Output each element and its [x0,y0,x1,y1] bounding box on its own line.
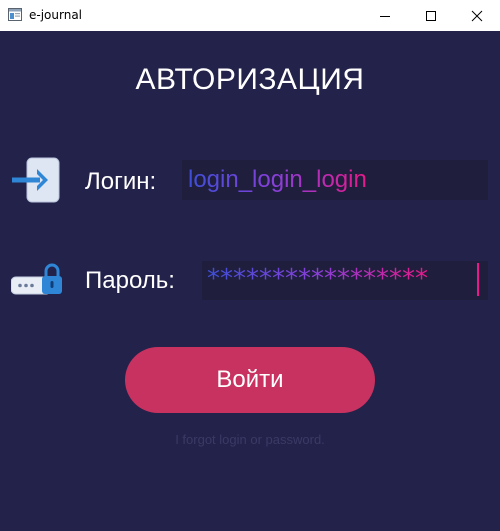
window-title: e-journal [29,8,83,22]
maximize-icon [426,10,436,21]
login-label: Логин: [85,168,157,195]
password-input-value: ***************** [207,264,428,294]
page-title: АВТОРИЗАЦИЯ [135,63,365,96]
close-icon [471,10,483,21]
app-window-icon [8,8,22,21]
minimize-button[interactable] [362,0,408,31]
login-input[interactable]: login_login_login [182,160,488,200]
password-input[interactable]: ***************** [202,261,488,300]
text-caret [477,263,479,296]
login-form: АВТОРИЗАЦИЯ Логин: login_login_login Пар… [0,31,500,531]
maximize-button[interactable] [408,0,454,31]
login-button[interactable]: Войти [125,347,375,413]
forgot-credentials-link[interactable]: I forgot login or password. [0,432,500,447]
login-arrow-icon [12,157,62,203]
close-button[interactable] [454,0,500,31]
password-label: Пароль: [85,267,175,294]
password-lock-icon [10,260,63,298]
window-titlebar: e-journal [0,0,500,31]
login-input-value: login_login_login [188,166,367,193]
minimize-icon [380,15,390,17]
